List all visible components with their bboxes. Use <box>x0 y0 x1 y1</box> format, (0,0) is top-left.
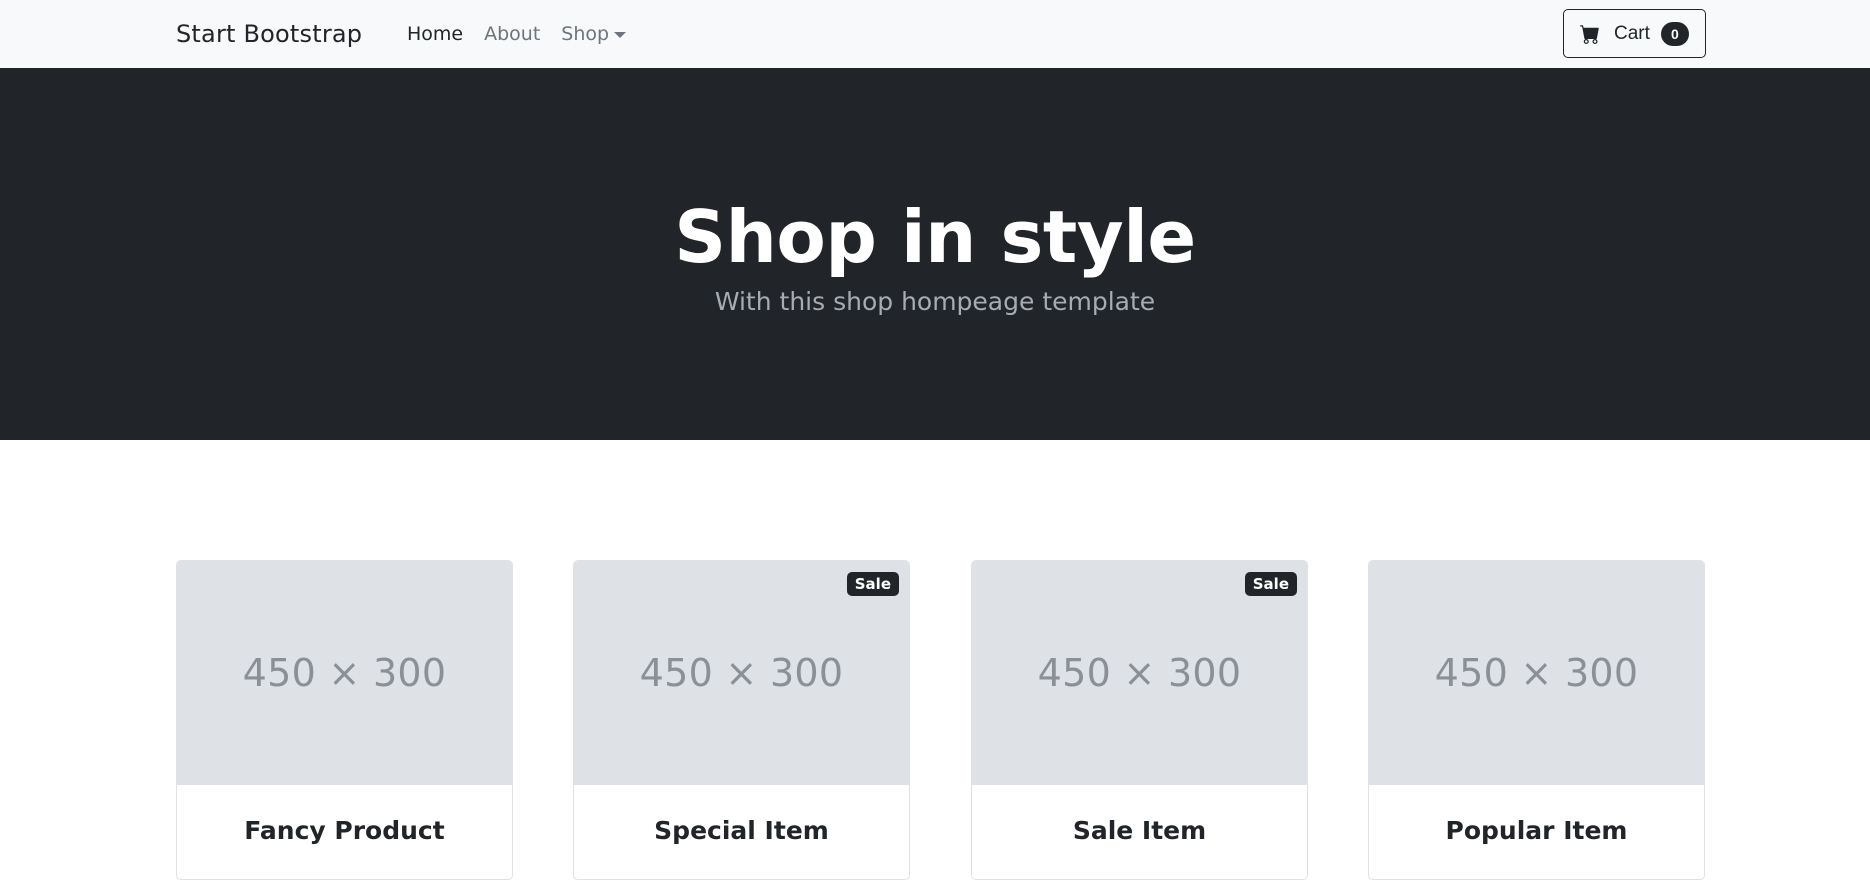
product-image-placeholder: 450 × 300 <box>177 561 512 785</box>
product-card[interactable]: 450 × 300 Popular Item <box>1368 560 1705 880</box>
nav-about-link[interactable]: About <box>484 20 540 48</box>
product-title: Fancy Product <box>244 816 445 845</box>
product-card[interactable]: 450 × 300 Fancy Product <box>176 560 513 880</box>
cart-button[interactable]: Cart 0 <box>1563 9 1706 58</box>
product-title: Popular Item <box>1445 816 1628 845</box>
image-placeholder-text: 450 × 300 <box>1037 651 1242 695</box>
product-title: Special Item <box>654 816 829 845</box>
navbar: Start Bootstrap Home About Shop Cart 0 <box>0 0 1870 68</box>
caret-down-icon <box>614 32 627 38</box>
nav-links: Home About Shop <box>407 20 647 48</box>
sale-badge: Sale <box>846 572 899 596</box>
product-card[interactable]: 450 × 300 Sale Sale Item <box>971 560 1308 880</box>
product-card[interactable]: 450 × 300 Sale Special Item <box>573 560 910 880</box>
hero-subtitle: With this shop hompeage template <box>714 287 1156 316</box>
sale-badge: Sale <box>1244 572 1297 596</box>
image-placeholder-text: 450 × 300 <box>242 651 447 695</box>
image-placeholder-text: 450 × 300 <box>639 651 844 695</box>
hero-banner: Shop in style With this shop hompeage te… <box>0 68 1870 440</box>
hero-title: Shop in style <box>674 195 1196 279</box>
brand-link[interactable]: Start Bootstrap <box>176 18 362 50</box>
nav-shop-label: Shop <box>561 23 610 45</box>
nav-home-link[interactable]: Home <box>407 20 463 48</box>
nav-shop-dropdown[interactable]: Shop <box>561 20 627 48</box>
product-image-placeholder: 450 × 300 <box>1369 561 1704 785</box>
cart-count-badge: 0 <box>1660 21 1689 46</box>
cart-icon <box>1580 24 1599 44</box>
product-title: Sale Item <box>1072 816 1207 845</box>
cart-label: Cart <box>1614 22 1650 44</box>
image-placeholder-text: 450 × 300 <box>1434 651 1639 695</box>
